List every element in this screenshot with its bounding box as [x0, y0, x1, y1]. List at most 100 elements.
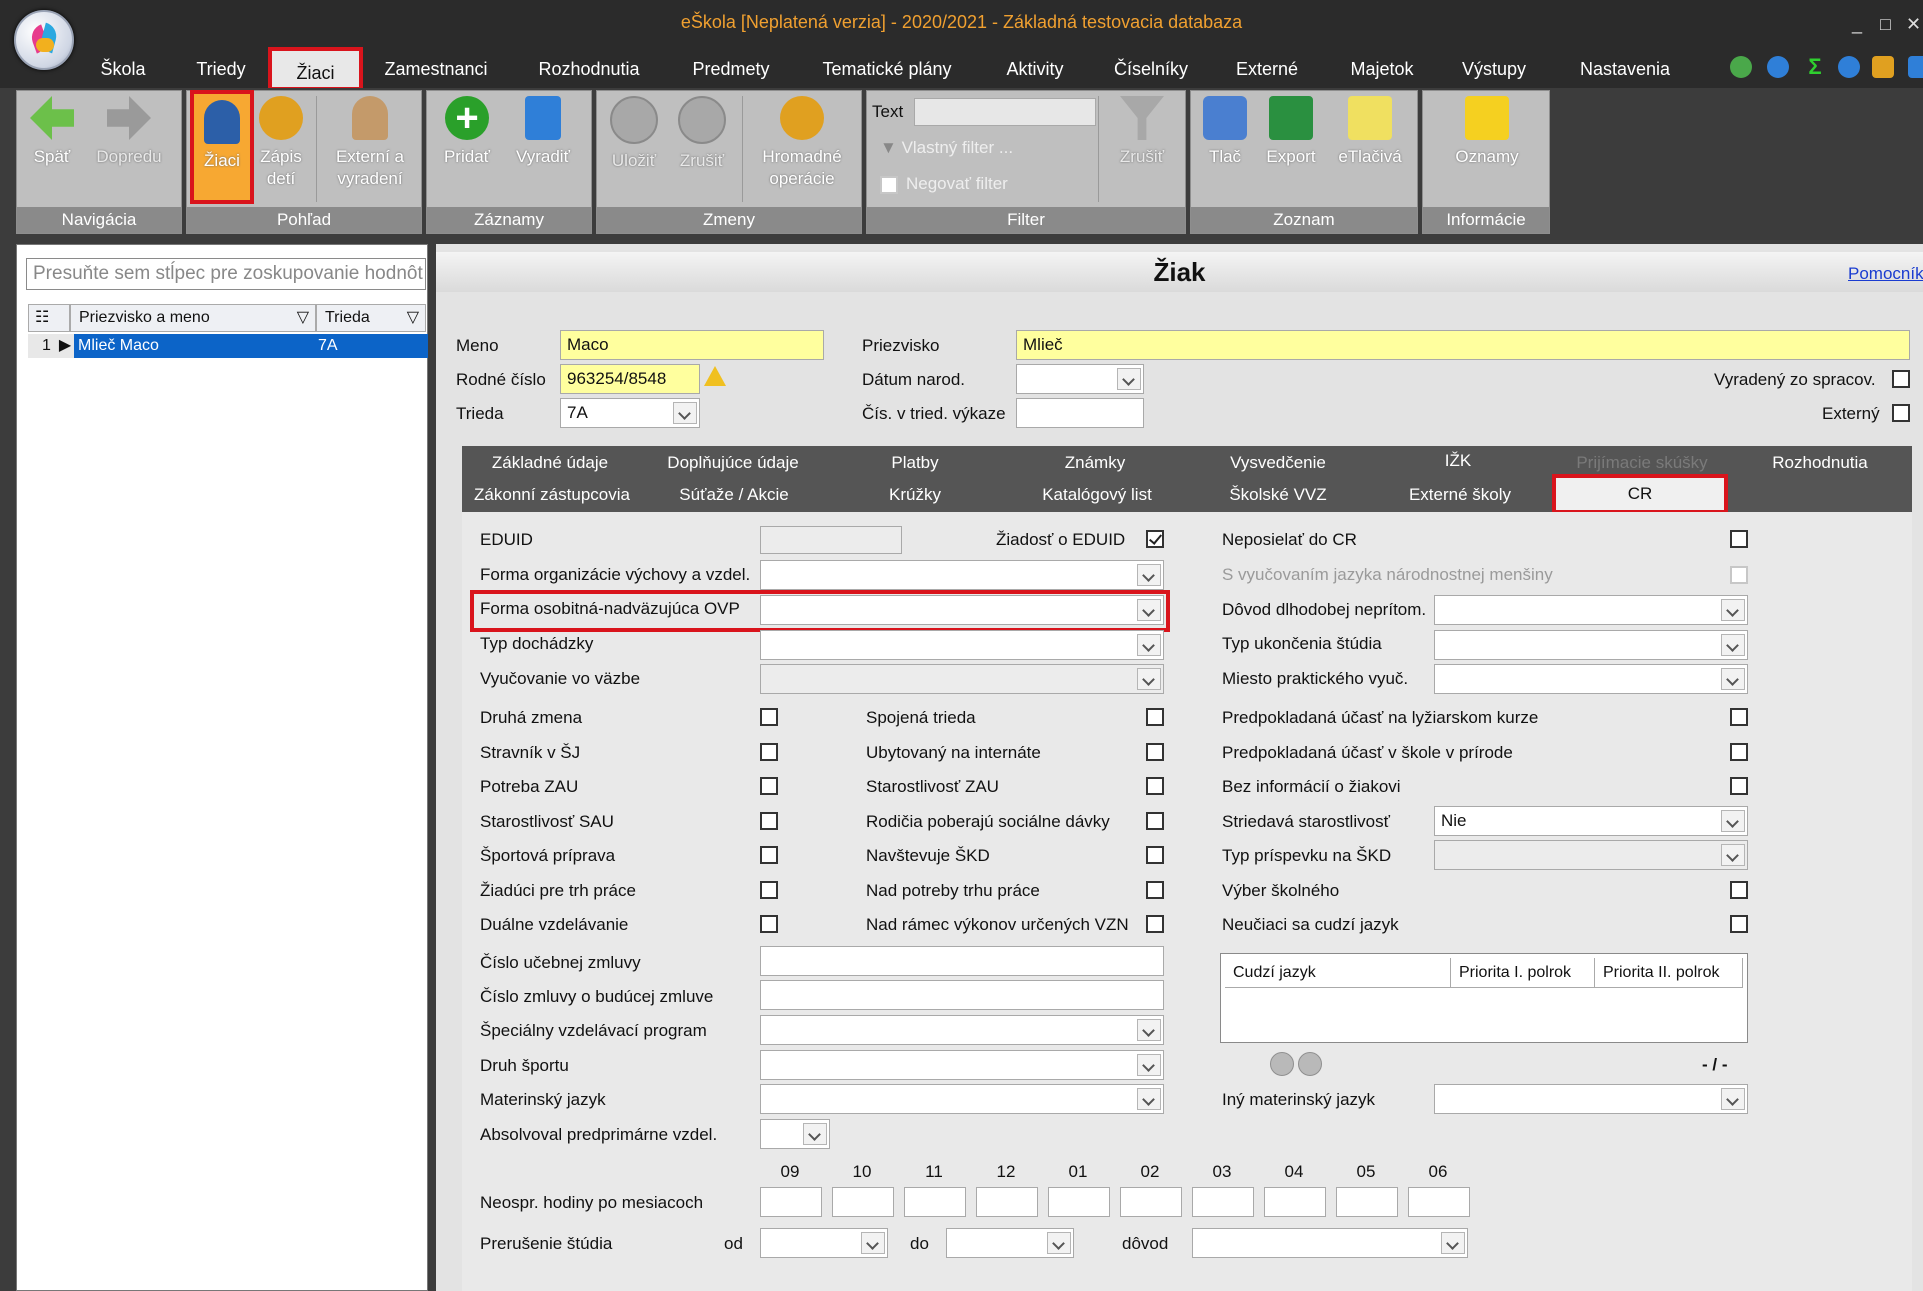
tab-clubs[interactable]: Krúžky	[860, 480, 970, 510]
sport-prep-checkbox[interactable]	[760, 846, 778, 864]
bulk-operations-button[interactable]: Hromadné operácie	[750, 96, 854, 190]
hours-input[interactable]	[1336, 1187, 1398, 1217]
dormitory-checkbox[interactable]	[1146, 743, 1164, 761]
tab-additional-data[interactable]: Doplňujúce údaje	[650, 448, 816, 478]
forward-button[interactable]: Dopredu	[88, 96, 170, 168]
chevron-down-icon[interactable]	[673, 402, 697, 424]
above-vzn-checkbox[interactable]	[1146, 915, 1164, 933]
chevron-down-icon[interactable]	[1137, 564, 1161, 586]
help-icon[interactable]	[1838, 56, 1860, 78]
sport-type-select[interactable]	[760, 1050, 1164, 1080]
birth-date-picker[interactable]	[1016, 364, 1144, 394]
zau-care-checkbox[interactable]	[1146, 777, 1164, 795]
enrollment-button[interactable]: Zápis detí	[254, 96, 308, 190]
second-shift-checkbox[interactable]	[760, 708, 778, 726]
hours-input[interactable]	[904, 1187, 966, 1217]
custom-filter-button[interactable]: ▼ Vlastný filter ...	[880, 138, 1013, 158]
custody-select[interactable]	[760, 664, 1164, 694]
special-program-select[interactable]	[760, 1015, 1164, 1045]
social-benefits-checkbox[interactable]	[1146, 812, 1164, 830]
tab-basic-data[interactable]: Základné údaje	[470, 448, 630, 478]
hours-input[interactable]	[1120, 1187, 1182, 1217]
hours-input[interactable]	[1192, 1187, 1254, 1217]
skd-fee-select[interactable]	[1434, 840, 1748, 870]
menu-ziaci[interactable]: Žiaci	[268, 47, 363, 91]
sau-care-checkbox[interactable]	[760, 812, 778, 830]
alternating-care-select[interactable]: Nie	[1434, 806, 1748, 836]
filter-text-input[interactable]	[914, 98, 1096, 126]
minority-lang-checkbox[interactable]	[1730, 566, 1748, 584]
zau-need-checkbox[interactable]	[760, 777, 778, 795]
chevron-down-icon[interactable]	[1721, 668, 1745, 690]
chevron-down-icon[interactable]	[1137, 634, 1161, 656]
table-row[interactable]: Mlieč Maco	[74, 334, 320, 358]
no-send-checkbox[interactable]	[1730, 530, 1748, 548]
external-checkbox[interactable]	[1892, 404, 1910, 422]
class-number-input[interactable]	[1016, 398, 1144, 428]
cancel-button[interactable]: Zrušiť	[672, 96, 732, 172]
school-choice-checkbox[interactable]	[1730, 881, 1748, 899]
other-mother-tongue-select[interactable]	[1434, 1084, 1748, 1114]
above-market-checkbox[interactable]	[1146, 881, 1164, 899]
chevron-down-icon[interactable]	[1441, 1232, 1465, 1254]
column-header-language[interactable]: Cudzí jazyk	[1225, 958, 1451, 988]
menu-skola[interactable]: Škola	[88, 50, 158, 88]
confirm-icon[interactable]	[1270, 1052, 1294, 1076]
table-row-class[interactable]: 7A	[316, 334, 428, 358]
column-header-priority-1[interactable]: Priorita I. polrok	[1451, 958, 1595, 988]
practice-place-select[interactable]	[1434, 664, 1748, 694]
menu-triedy[interactable]: Triedy	[180, 50, 262, 88]
hours-input[interactable]	[976, 1187, 1038, 1217]
menu-tematicke-plany[interactable]: Tematické plány	[812, 50, 962, 88]
tab-catalog-sheet[interactable]: Katalógový list	[1030, 480, 1164, 510]
merged-class-checkbox[interactable]	[1146, 708, 1164, 726]
chevron-down-icon[interactable]	[1721, 599, 1745, 621]
no-foreign-lang-checkbox[interactable]	[1730, 915, 1748, 933]
chevron-down-icon[interactable]	[803, 1123, 827, 1145]
chevron-down-icon[interactable]	[1117, 368, 1141, 390]
menu-aktivity[interactable]: Aktivity	[990, 50, 1080, 88]
app-logo[interactable]	[14, 10, 74, 70]
hours-input[interactable]	[760, 1187, 822, 1217]
tab-report-card[interactable]: Vysvedčenie	[1200, 448, 1356, 478]
chevron-down-icon[interactable]	[1721, 634, 1745, 656]
filter-cancel-button[interactable]: Zrušiť	[1110, 96, 1174, 168]
column-header-class[interactable]: Trieda ▽	[316, 304, 426, 332]
print-button[interactable]: Tlač	[1196, 96, 1254, 168]
save-button[interactable]: Uložiť	[604, 96, 664, 172]
hours-input[interactable]	[1264, 1187, 1326, 1217]
interruption-reason-select[interactable]	[1192, 1228, 1468, 1258]
tab-legal-guardians[interactable]: Zákonní zástupcovia	[470, 480, 634, 510]
window-icon[interactable]	[1908, 56, 1923, 78]
info-icon[interactable]	[1767, 56, 1789, 78]
menu-rozhodnutia[interactable]: Rozhodnutia	[526, 50, 652, 88]
attendance-select[interactable]	[760, 630, 1164, 660]
hours-input[interactable]	[832, 1187, 894, 1217]
chevron-down-icon[interactable]	[1137, 668, 1161, 690]
maximize-button[interactable]: □	[1880, 14, 1891, 35]
add-button[interactable]: + Pridať	[436, 96, 498, 168]
close-button[interactable]: ✕	[1906, 14, 1921, 35]
no-info-checkbox[interactable]	[1730, 777, 1748, 795]
canteen-checkbox[interactable]	[760, 743, 778, 761]
menu-externe[interactable]: Externé	[1222, 50, 1312, 88]
column-header-priority-2[interactable]: Priorita II. polrok	[1595, 958, 1743, 988]
tab-external-schools[interactable]: Externé školy	[1400, 480, 1520, 510]
chevron-down-icon[interactable]	[1047, 1232, 1071, 1254]
special-form-select[interactable]	[760, 595, 1164, 625]
menu-majetok[interactable]: Majetok	[1340, 50, 1424, 88]
chevron-down-icon[interactable]	[861, 1232, 885, 1254]
cancel-icon[interactable]	[1298, 1052, 1322, 1076]
skd-checkbox[interactable]	[1146, 846, 1164, 864]
menu-nastavenia[interactable]: Nastavenia	[1572, 50, 1678, 88]
help-link[interactable]: Pomocník	[1848, 264, 1923, 284]
print-setup-icon[interactable]	[1872, 56, 1894, 78]
excluded-checkbox[interactable]	[1892, 370, 1910, 388]
print-forms-button[interactable]: eTlačivá	[1332, 96, 1408, 168]
tab-school-vvz[interactable]: Školské VVZ	[1200, 480, 1356, 510]
birth-number-input[interactable]: 963254/8548	[560, 364, 700, 394]
chevron-down-icon[interactable]	[1721, 844, 1745, 866]
class-select[interactable]: 7A	[560, 398, 700, 428]
labor-market-checkbox[interactable]	[760, 881, 778, 899]
hours-input[interactable]	[1408, 1187, 1470, 1217]
